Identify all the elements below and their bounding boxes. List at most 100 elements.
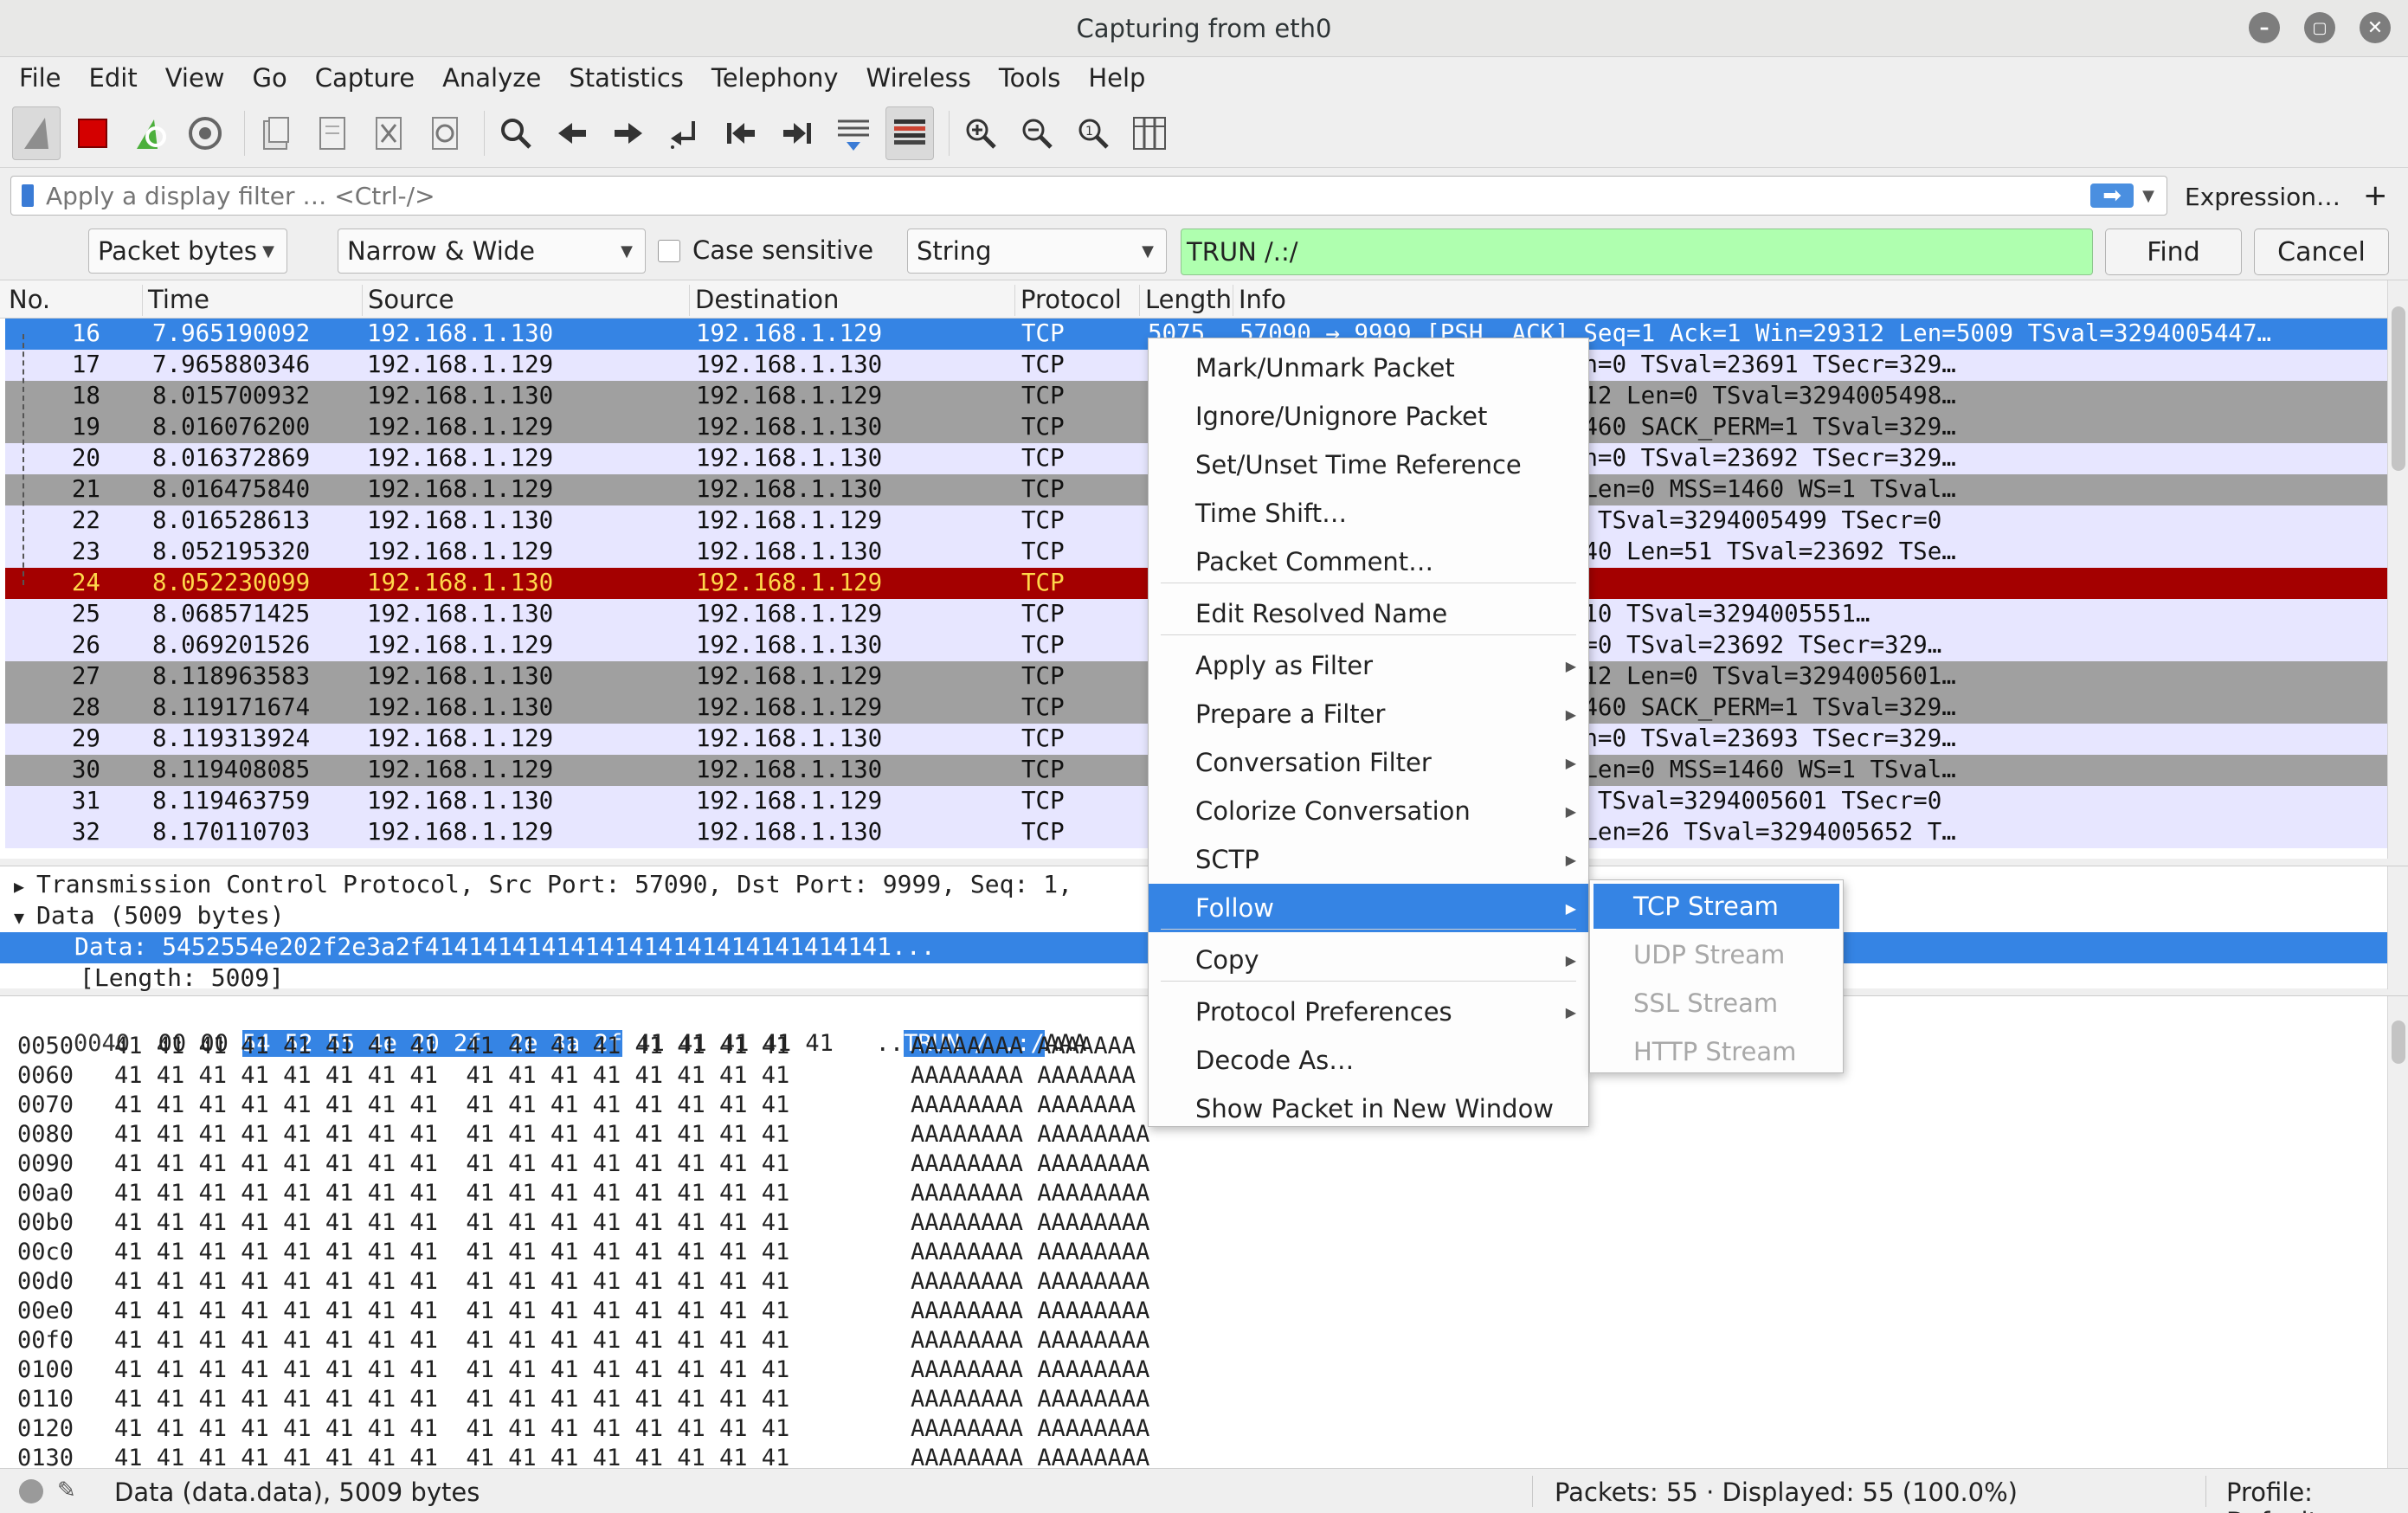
capture-comment-icon[interactable]: ✎	[57, 1478, 76, 1503]
column-time[interactable]: Time	[142, 285, 209, 316]
menu-view[interactable]: View	[165, 63, 225, 93]
collapse-arrow-icon[interactable]: ▼	[14, 907, 24, 928]
zoom-in-icon[interactable]	[956, 106, 1005, 160]
menu-item-prepare-a-filter[interactable]: Prepare a Filter ▶	[1149, 690, 1588, 738]
status-profile[interactable]: Profile: Default	[2226, 1478, 2408, 1513]
menu-wireless[interactable]: Wireless	[866, 63, 971, 93]
expand-arrow-icon[interactable]: ▶	[14, 876, 24, 897]
submenu-item-tcp-stream[interactable]: TCP Stream	[1594, 884, 1839, 929]
hex-row[interactable]: 0040 00 00 54 52 55 4e 20 2f 2e 3a 2f 41…	[17, 1003, 1087, 1057]
scrollbar-thumb[interactable]	[2392, 1020, 2405, 1064]
row-protocol: TCP	[1021, 569, 1065, 596]
hex-offset: 0090	[17, 1150, 74, 1177]
zoom-out-icon[interactable]	[1013, 106, 1061, 160]
row-destination: 192.168.1.129	[696, 382, 883, 409]
menu-item-apply-as-filter[interactable]: Apply as Filter ▶	[1149, 641, 1588, 690]
menu-item-conversation-filter[interactable]: Conversation Filter ▶	[1149, 738, 1588, 787]
display-filter-input[interactable]	[46, 181, 2091, 210]
menu-go[interactable]: Go	[253, 63, 287, 93]
toolbar-separator	[484, 110, 485, 156]
column-info[interactable]: Info	[1233, 285, 1286, 316]
character-width-select[interactable]: Narrow & Wide ▼	[338, 229, 646, 274]
menu-item-time-shift[interactable]: Time Shift…	[1149, 489, 1588, 538]
hex-bytes: 41 41 41 41 41 41 41 41 41 41 41 41 41 4…	[114, 1239, 790, 1265]
search-in-select[interactable]: Packet bytes ▼	[88, 229, 287, 274]
maximize-icon[interactable]: ▢	[2304, 12, 2335, 43]
menu-item-follow[interactable]: Follow ▶	[1149, 884, 1588, 932]
open-file-icon[interactable]	[252, 106, 300, 160]
apply-filter-arrow-icon[interactable]: ➡	[2090, 183, 2134, 209]
menu-help[interactable]: Help	[1088, 63, 1145, 93]
zoom-normal-icon[interactable]: 1	[1069, 106, 1117, 160]
add-filter-button[interactable]: +	[2363, 178, 2388, 213]
menu-statistics[interactable]: Statistics	[569, 63, 684, 93]
menu-analyze[interactable]: Analyze	[442, 63, 541, 93]
details-scrollbar[interactable]	[2387, 866, 2408, 989]
row-time: 8.069201526	[152, 631, 311, 659]
menu-item-label: Decode As…	[1195, 1046, 1355, 1075]
menu-item-packet-comment[interactable]: Packet Comment…	[1149, 538, 1588, 586]
expert-info-icon[interactable]	[19, 1479, 43, 1503]
hex-offset: 00f0	[17, 1327, 74, 1354]
menu-item-decode-as[interactable]: Decode As…	[1149, 1036, 1588, 1085]
row-protocol: TCP	[1021, 631, 1065, 659]
menu-item-colorize-conversation[interactable]: Colorize Conversation ▶	[1149, 787, 1588, 835]
packet-list-scrollbar[interactable]	[2387, 280, 2408, 859]
save-file-icon[interactable]	[308, 106, 357, 160]
minimize-icon[interactable]: –	[2249, 12, 2280, 43]
menu-item-show-packet-in-new-window[interactable]: Show Packet in New Window	[1149, 1085, 1588, 1133]
row-destination: 192.168.1.130	[696, 631, 883, 659]
column-no[interactable]: No.	[3, 285, 50, 316]
go-to-packet-icon[interactable]	[660, 106, 709, 160]
colorize-icon[interactable]	[885, 106, 934, 160]
row-number: 23	[71, 538, 100, 565]
bookmark-icon[interactable]	[22, 184, 34, 207]
expression-button[interactable]: Expression…	[2185, 183, 2340, 211]
menu-edit[interactable]: Edit	[89, 63, 138, 93]
reload-file-icon[interactable]	[421, 106, 469, 160]
back-arrow-icon[interactable]	[548, 106, 596, 160]
close-icon[interactable]: ✕	[2360, 12, 2391, 43]
menu-tools[interactable]: Tools	[999, 63, 1060, 93]
search-string-input[interactable]: TRUN /.:/	[1181, 229, 2093, 275]
autoscroll-icon[interactable]	[829, 106, 878, 160]
capture-options-icon[interactable]	[181, 106, 229, 160]
menu-item-mark-unmark-packet[interactable]: Mark/Unmark Packet	[1149, 344, 1588, 392]
last-packet-icon[interactable]	[773, 106, 821, 160]
search-type-select[interactable]: String ▼	[907, 229, 1167, 274]
first-packet-icon[interactable]	[717, 106, 765, 160]
hex-offset: 0070	[17, 1091, 74, 1118]
row-protocol: TCP	[1021, 475, 1065, 503]
column-source[interactable]: Source	[362, 285, 454, 316]
resize-columns-icon[interactable]	[1125, 106, 1174, 160]
bytes-scrollbar[interactable]	[2387, 996, 2408, 1469]
menu-item-protocol-preferences[interactable]: Protocol Preferences ▶	[1149, 988, 1588, 1036]
row-number: 21	[71, 475, 100, 503]
scrollbar-thumb[interactable]	[2392, 306, 2405, 471]
shark-fin-icon[interactable]	[12, 106, 61, 160]
stop-capture-icon[interactable]	[68, 106, 117, 160]
cancel-button[interactable]: Cancel	[2254, 229, 2389, 275]
menu-file[interactable]: File	[19, 63, 61, 93]
case-sensitive-checkbox[interactable]	[658, 240, 680, 262]
character-width-value: Narrow & Wide	[347, 236, 536, 266]
menu-telephony[interactable]: Telephony	[711, 63, 839, 93]
forward-arrow-icon[interactable]	[604, 106, 653, 160]
menu-item-ignore-unignore-packet[interactable]: Ignore/Unignore Packet	[1149, 392, 1588, 441]
column-destination[interactable]: Destination	[689, 285, 839, 316]
column-protocol[interactable]: Protocol	[1014, 285, 1122, 316]
column-length[interactable]: Length	[1139, 285, 1232, 316]
row-destination: 192.168.1.130	[696, 756, 883, 783]
search-icon[interactable]	[492, 106, 540, 160]
display-filter-field[interactable]: ➡ ▼	[10, 176, 2167, 216]
find-button[interactable]: Find	[2105, 229, 2242, 275]
menu-item-sctp[interactable]: SCTP ▶	[1149, 835, 1588, 884]
restart-capture-icon[interactable]	[125, 106, 173, 160]
close-file-icon[interactable]	[364, 106, 413, 160]
menu-capture[interactable]: Capture	[315, 63, 415, 93]
menu-item-edit-resolved-name[interactable]: Edit Resolved Name	[1149, 589, 1588, 638]
row-number: 32	[71, 818, 100, 846]
filter-history-dropdown-icon[interactable]: ▼	[2142, 187, 2154, 205]
menu-item-set-unset-time-reference[interactable]: Set/Unset Time Reference	[1149, 441, 1588, 489]
menu-item-copy[interactable]: Copy ▶	[1149, 936, 1588, 984]
